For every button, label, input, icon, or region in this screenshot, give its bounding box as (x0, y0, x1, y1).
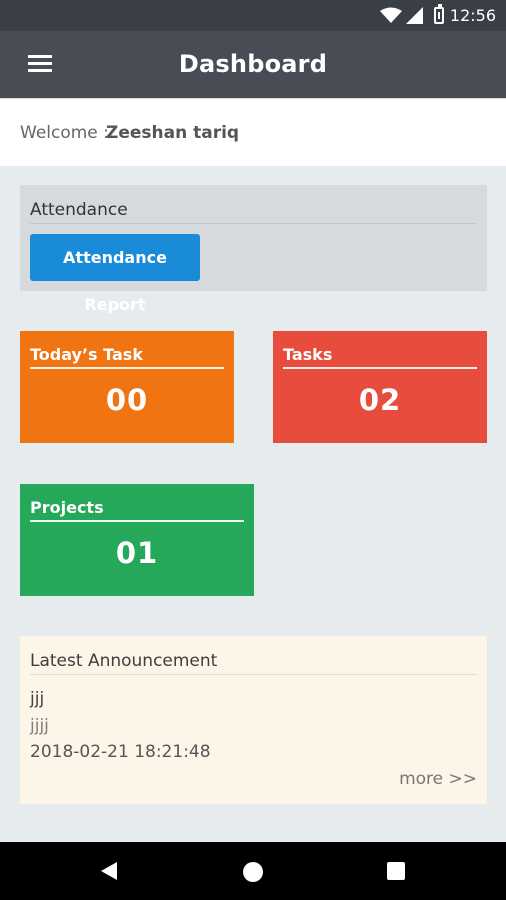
more-link[interactable]: more >> (399, 769, 477, 789)
attendance-card: Attendance Attendance Report (20, 185, 487, 314)
welcome-label: Welcome : (20, 123, 109, 143)
battery-icon (434, 4, 444, 24)
announcement-date: 2018-02-21 18:21:48 (30, 742, 211, 762)
projects-tile[interactable]: Projects 01 (20, 484, 254, 596)
signal-icon (406, 7, 423, 24)
todays-task-count: 00 (105, 383, 149, 417)
page-title: Dashboard (178, 50, 328, 78)
projects-title: Projects (30, 498, 104, 517)
announcement-title: Latest Announcement (30, 651, 218, 671)
status-time: 12:56 (449, 6, 496, 25)
tasks-count: 02 (358, 383, 402, 417)
back-icon[interactable] (101, 862, 117, 880)
user-name: Zeeshan tariq (106, 123, 240, 143)
home-icon[interactable] (243, 862, 263, 882)
announcement-subject: jjj (30, 689, 45, 709)
tasks-tile[interactable]: Tasks 02 (273, 331, 487, 443)
app-bar: Dashboard (0, 31, 506, 98)
recent-apps-icon[interactable] (387, 862, 405, 880)
welcome-bar: Welcome : Zeeshan tariq (0, 98, 506, 166)
divider (30, 520, 244, 522)
attendance-title: Attendance (30, 200, 128, 220)
projects-count: 01 (115, 536, 159, 570)
announcement-body: jjjj (30, 716, 49, 736)
wifi-icon (380, 7, 402, 23)
attendance-report-button[interactable]: Attendance Report (30, 234, 200, 314)
todays-task-title: Today’s Task (30, 345, 143, 364)
status-bar: 12:56 (0, 0, 506, 31)
todays-task-tile[interactable]: Today’s Task 00 (20, 331, 234, 443)
divider (30, 674, 477, 675)
system-nav-bar (0, 842, 506, 900)
tasks-title: Tasks (283, 345, 333, 364)
divider (30, 223, 477, 224)
divider (30, 367, 224, 369)
divider (283, 367, 477, 369)
announcement-card: Latest Announcement jjj jjjj 2018-02-21 … (20, 636, 487, 804)
